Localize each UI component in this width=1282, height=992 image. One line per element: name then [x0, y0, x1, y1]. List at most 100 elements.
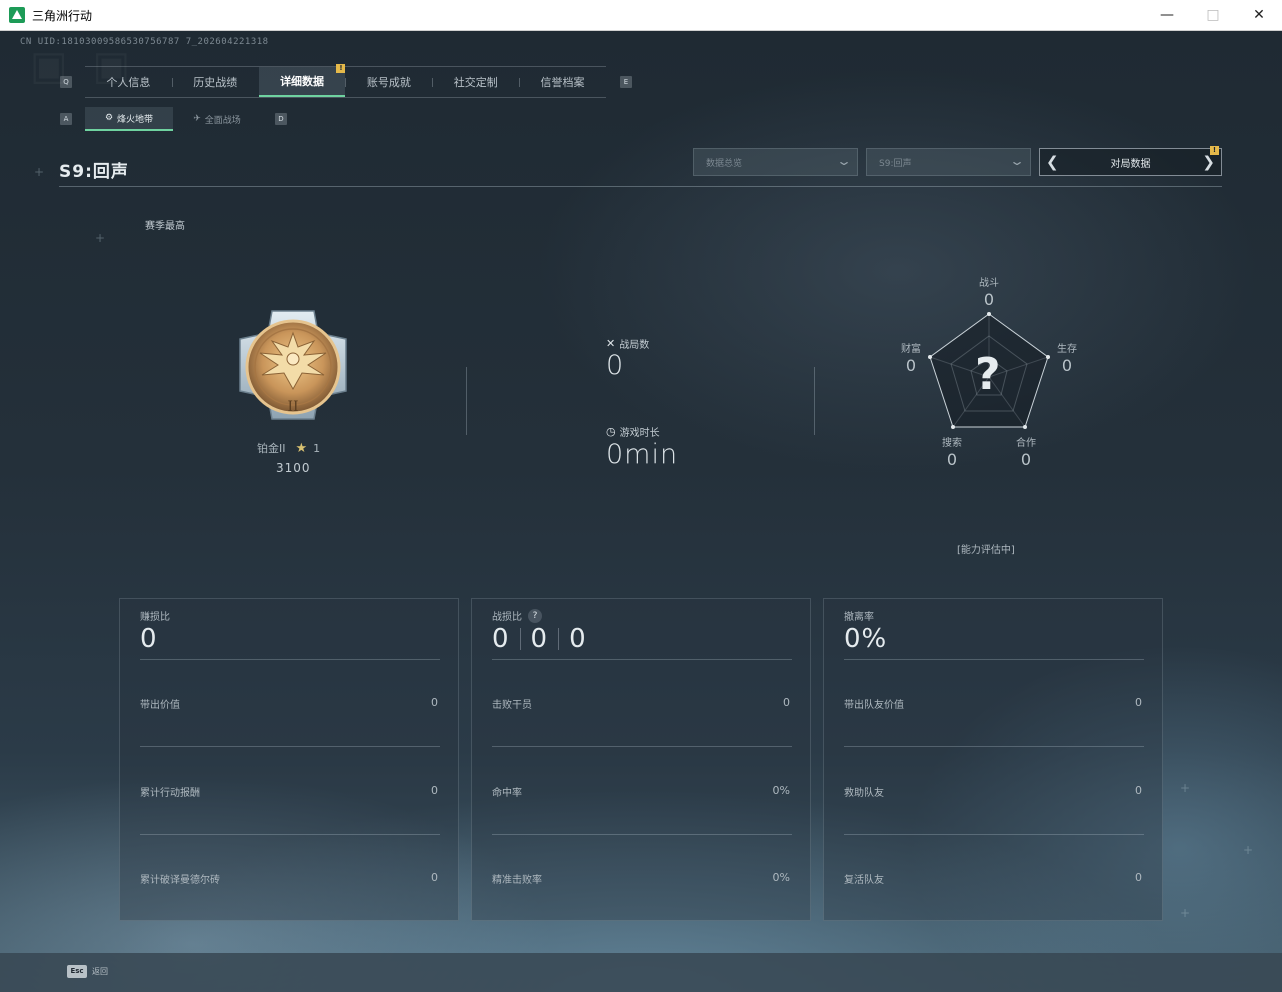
tab-personal-info[interactable]: 个人信息 — [85, 67, 172, 97]
card-main-value: 0% — [844, 624, 887, 654]
tab-detailed-data[interactable]: 详细数据 ! — [258, 64, 346, 97]
card-main-value: 0 0 0 — [492, 624, 587, 654]
maximize-icon[interactable]: □ — [1190, 0, 1236, 30]
radar-teamwork-value: 0 — [1020, 450, 1032, 469]
decor-plus: + — [1180, 781, 1191, 795]
data-type-dropdown[interactable]: 数据总览 ⌄ — [693, 148, 858, 176]
chevron-left-icon[interactable]: ❮ — [1046, 153, 1059, 171]
subtab-label: 烽火地带 — [117, 114, 154, 125]
mode-subtabs: ⚙ 烽火地带 ✈ 全面战场 — [85, 107, 261, 131]
radar-wealth-label: 财富 — [901, 344, 921, 355]
subtab-prev-key[interactable]: A — [60, 113, 72, 125]
swords-icon: ✕ — [606, 337, 616, 350]
stat-row-label: 救助队友 — [844, 788, 884, 799]
radar-search-value: 0 — [946, 450, 958, 469]
stat-row-label: 命中率 — [492, 788, 522, 799]
season-divider — [59, 186, 1222, 187]
radar-wealth-value: 0 — [905, 356, 917, 375]
stat-row-label: 带出价值 — [140, 700, 180, 711]
radar-status: [能力评估中] — [957, 545, 1015, 556]
card-divider — [844, 834, 1144, 835]
app-icon — [9, 7, 25, 23]
card-divider — [844, 746, 1144, 747]
card-main-value: 0 — [140, 624, 158, 654]
game-view: ▣ ▣ CN UID:18103009586530756787 7_202604… — [0, 31, 1282, 992]
profit-ratio-value: 0 — [140, 624, 158, 654]
radar-combat-label: 战斗 — [979, 278, 999, 289]
tab-history[interactable]: 历史战绩 — [171, 67, 259, 97]
games-count-label: ✕ 战局数 — [606, 336, 649, 351]
rank-tier: 铂金II ★ 1 — [257, 440, 320, 456]
main-tabs: 个人信息 历史战绩 详细数据 ! 账号成就 社交定制 信誉档案 — [85, 64, 606, 98]
chevron-down-icon: ⌄ — [1008, 154, 1026, 168]
radar-teamwork-label: 合作 — [1016, 438, 1036, 449]
help-icon[interactable]: ? — [528, 608, 542, 623]
card-title-text: 战损比 — [492, 612, 522, 623]
tab-notice-badge: ! — [336, 64, 346, 73]
play-time-label: ◷ 游戏时长 — [606, 424, 660, 439]
radar-combat-value: 0 — [983, 290, 995, 309]
decor-plus: + — [34, 165, 45, 179]
kd-value-1: 0 — [492, 624, 510, 654]
subtab-operations[interactable]: ⚙ 烽火地带 — [85, 107, 173, 131]
stat-row-label: 击败干员 — [492, 700, 532, 711]
subtab-warfare[interactable]: ✈ 全面战场 — [173, 107, 261, 131]
bottom-bar: Esc 返回 — [0, 953, 1282, 992]
stat-row-value: 0 — [431, 696, 438, 709]
card-divider — [140, 834, 440, 835]
window-title: 三角洲行动 — [32, 8, 93, 23]
card-divider — [492, 746, 792, 747]
stat-row-value: 0 — [1135, 784, 1142, 797]
card-divider — [492, 834, 792, 835]
tab-next-key[interactable]: E — [620, 76, 632, 88]
kd-value-2: 0 — [530, 624, 549, 654]
radar-unknown-mark: ? — [975, 349, 1001, 400]
stat-row-value: 0 — [783, 696, 790, 709]
clock-icon: ◷ — [606, 425, 616, 438]
match-data-pager: ❮ 对局数据 ❯ ! — [1039, 146, 1222, 176]
profit-card: 赚损比 0 带出价值 0 累计行动报酬 0 累计破译曼德尔砖 0 — [119, 598, 459, 921]
player-uid: CN UID:18103009586530756787 7_2026042213… — [20, 37, 269, 47]
radar-search-label: 搜索 — [942, 438, 962, 449]
stat-row-label: 累计行动报酬 — [140, 788, 200, 799]
subtab-label: 全面战场 — [204, 115, 241, 126]
season-dropdown[interactable]: S9:回声 ⌄ — [866, 148, 1031, 176]
stat-row-value: 0 — [1135, 696, 1142, 709]
season-title: S9:回声 — [59, 162, 129, 182]
pager-notice-badge: ! — [1210, 146, 1219, 155]
warfare-icon: ✈ — [193, 114, 201, 124]
svg-text:II: II — [287, 399, 298, 415]
radar-survival-value: 0 — [1061, 356, 1073, 375]
window-controls: — □ ✕ — [1144, 0, 1282, 30]
minimize-icon[interactable]: — — [1144, 0, 1190, 30]
decor-plus: + — [95, 231, 106, 245]
extraction-rate-value: 0% — [844, 624, 888, 654]
subtab-next-key[interactable]: D — [275, 113, 287, 125]
card-divider — [844, 659, 1144, 660]
tab-prev-key[interactable]: Q — [60, 76, 72, 88]
tab-credit[interactable]: 信誉档案 — [519, 67, 606, 97]
play-time-value: 0min — [606, 439, 679, 470]
value-separator — [558, 628, 560, 650]
card-title: 撤离率 — [844, 612, 874, 623]
tab-achievements[interactable]: 账号成就 — [345, 67, 432, 97]
card-title: 战损比 ? — [492, 608, 542, 623]
stat-row-value: 0% — [772, 871, 790, 884]
tab-label: 详细数据 — [280, 75, 325, 88]
chevron-down-icon: ⌄ — [835, 154, 853, 168]
chevron-right-icon[interactable]: ❯ — [1202, 153, 1215, 171]
stat-row-value: 0 — [431, 784, 438, 797]
card-divider — [140, 659, 440, 660]
tab-social[interactable]: 社交定制 — [432, 67, 519, 97]
dropdown-value: 数据总览 — [706, 158, 743, 169]
stat-row-label: 复活队友 — [844, 875, 884, 886]
kd-card: 战损比 ? 0 0 0 击败干员 0 命中率 0% 精准击败率 0% — [471, 598, 811, 921]
stat-row-label: 累计破译曼德尔砖 — [140, 875, 220, 886]
esc-key-hint[interactable]: Esc — [67, 965, 87, 978]
window-titlebar: 三角洲行动 — □ ✕ — [0, 0, 1282, 31]
back-label[interactable]: 返回 — [92, 966, 108, 977]
stat-row-value: 0% — [772, 784, 790, 797]
games-label-text: 战局数 — [619, 340, 650, 351]
card-title: 赚损比 — [140, 612, 170, 623]
close-icon[interactable]: ✕ — [1236, 0, 1282, 30]
